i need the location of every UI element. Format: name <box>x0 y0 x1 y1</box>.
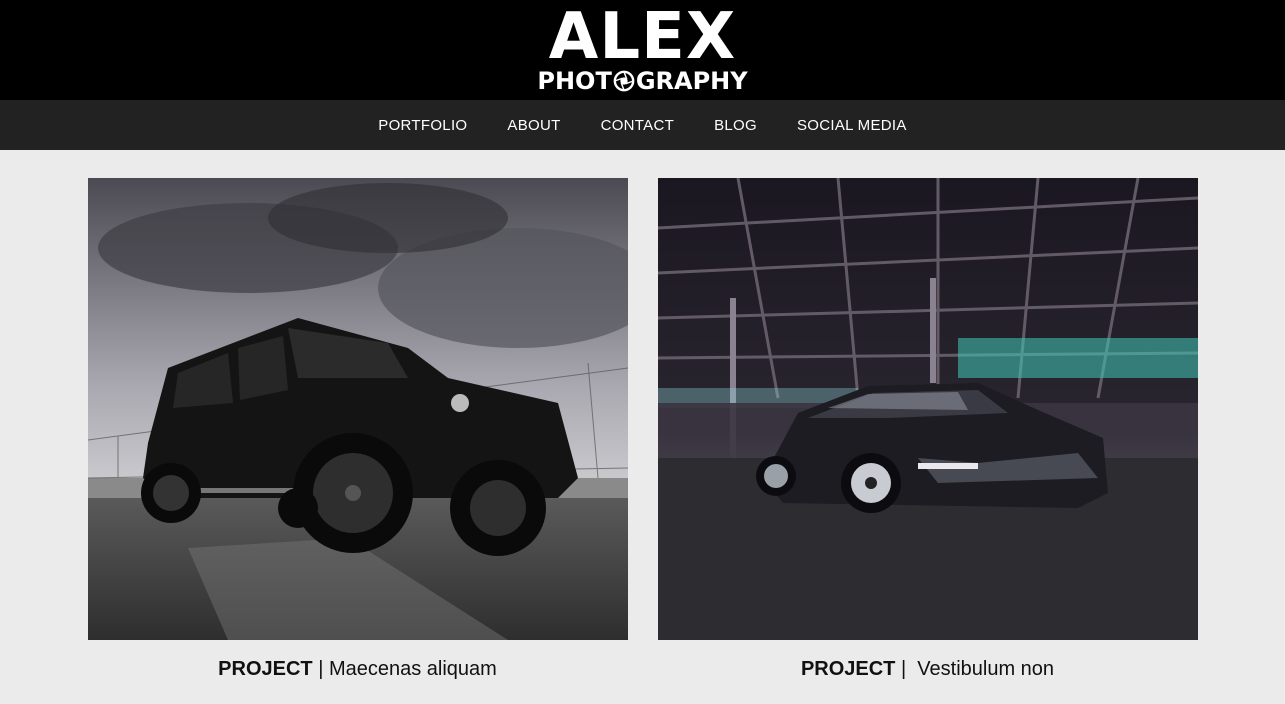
nav-item-about[interactable]: ABOUT <box>507 117 560 134</box>
caption-separator: | <box>312 658 329 680</box>
logo-subtitle: PHOT GRAPHY <box>537 69 747 93</box>
main-nav: PORTFOLIO ABOUT CONTACT BLOG SOCIAL MEDI… <box>0 100 1285 150</box>
site-header: ALEX PHOT GRAPHY <box>0 0 1285 100</box>
logo-title: ALEX <box>548 0 737 74</box>
project-title: Vestibulum non <box>917 658 1055 680</box>
project-card[interactable]: PROJECT | Vestibulum non <box>657 178 1198 681</box>
nav-item-contact[interactable]: CONTACT <box>601 117 674 134</box>
logo-subtitle-left: PHOT <box>537 67 612 95</box>
site-logo[interactable]: ALEX PHOT GRAPHY <box>537 0 747 93</box>
logo-subtitle-right: GRAPHY <box>635 67 748 95</box>
nav-item-blog[interactable]: BLOG <box>714 117 757 134</box>
portfolio-gallery: PROJECT | Maecenas aliquam PROJECT | Ves… <box>0 178 1285 681</box>
nav-item-social-media[interactable]: SOCIAL MEDIA <box>797 117 907 134</box>
nav-item-portfolio[interactable]: PORTFOLIO <box>378 117 467 134</box>
project-title: Maecenas aliquam <box>328 658 497 680</box>
project-label: PROJECT <box>800 658 896 680</box>
project-card[interactable]: PROJECT | Maecenas aliquam <box>87 178 628 681</box>
project-photo-sports-car[interactable] <box>657 178 1198 640</box>
caption-separator: | <box>895 658 918 680</box>
project-photo-suv[interactable] <box>87 178 628 640</box>
project-caption[interactable]: PROJECT | Maecenas aliquam <box>88 658 628 681</box>
aperture-icon <box>613 70 635 92</box>
project-caption[interactable]: PROJECT | Vestibulum non <box>658 658 1198 681</box>
project-label: PROJECT <box>218 658 313 680</box>
